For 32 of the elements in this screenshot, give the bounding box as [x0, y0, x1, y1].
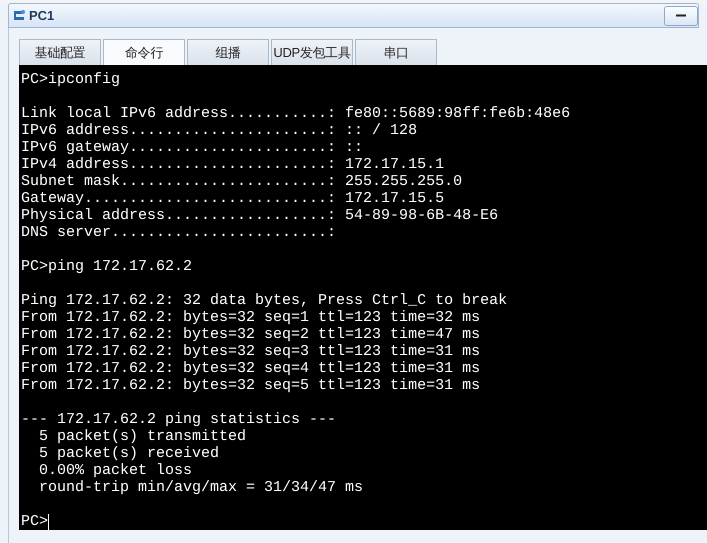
tab[interactable]: 组播 — [187, 39, 269, 65]
window-title: PC1 — [29, 6, 54, 25]
terminal-line: IPv6 address......................: :: / 128 — [21, 122, 418, 139]
terminal-line: --- 172.17.62.2 ping statistics --- — [21, 411, 336, 428]
terminal[interactable] — [19, 65, 707, 530]
terminal-line: From 172.17.62.2: bytes=32 seq=5 ttl=123 time=31 ms — [21, 377, 480, 394]
terminal-line: round-trip min/avg/max = 31/34/47 ms — [38, 479, 364, 496]
terminal-line: IPv4 address......................: 172.17.15.1 — [21, 156, 444, 173]
terminal-line: Link local IPv6 address...........: fe80::5689:98ff:fe6b:48e6 — [21, 105, 570, 122]
terminal-line: Gateway...........................: 172.17.15.5 — [21, 190, 444, 207]
tab[interactable]: 命令行 — [103, 39, 185, 65]
terminal-line: 0.00% packet loss — [38, 462, 192, 479]
terminal-line: Ping 172.17.62.2: 32 data bytes, Press Ctrl_C to break — [21, 292, 508, 309]
terminal-line: From 172.17.62.2: bytes=32 seq=4 ttl=123 time=31 ms — [21, 360, 480, 377]
terminal-line: 5 packet(s) transmitted — [38, 428, 246, 445]
terminal-line: 5 packet(s) received — [38, 445, 220, 462]
tab[interactable]: 串口 — [355, 39, 437, 65]
terminal-line: Subnet mask.......................: 255.255.255.0 — [21, 173, 462, 190]
tab[interactable]: 基础配置 — [19, 39, 101, 65]
terminal-line: Physical address..................: 54-89-98-6B-48-E6 — [21, 207, 498, 224]
minimize-icon — [676, 14, 686, 17]
terminal-line: DNS server........................: — [21, 224, 336, 241]
terminal-line: From 172.17.62.2: bytes=32 seq=3 ttl=123 time=31 ms — [21, 343, 480, 360]
terminal-line: IPv6 gateway......................: :: — [21, 139, 364, 156]
terminal-prompt: PC> — [21, 513, 48, 530]
terminal-line: PC>ping 172.17.62.2 — [21, 258, 192, 275]
terminal-line: From 172.17.62.2: bytes=32 seq=2 ttl=123 time=47 ms — [21, 326, 480, 343]
text-cursor — [48, 514, 50, 530]
terminal-line: PC>ipconfig — [21, 71, 120, 88]
minimize-button[interactable] — [664, 6, 698, 26]
tab[interactable]: UDP发包工具 — [271, 39, 353, 65]
terminal-line: From 172.17.62.2: bytes=32 seq=1 ttl=123 time=32 ms — [21, 309, 480, 326]
